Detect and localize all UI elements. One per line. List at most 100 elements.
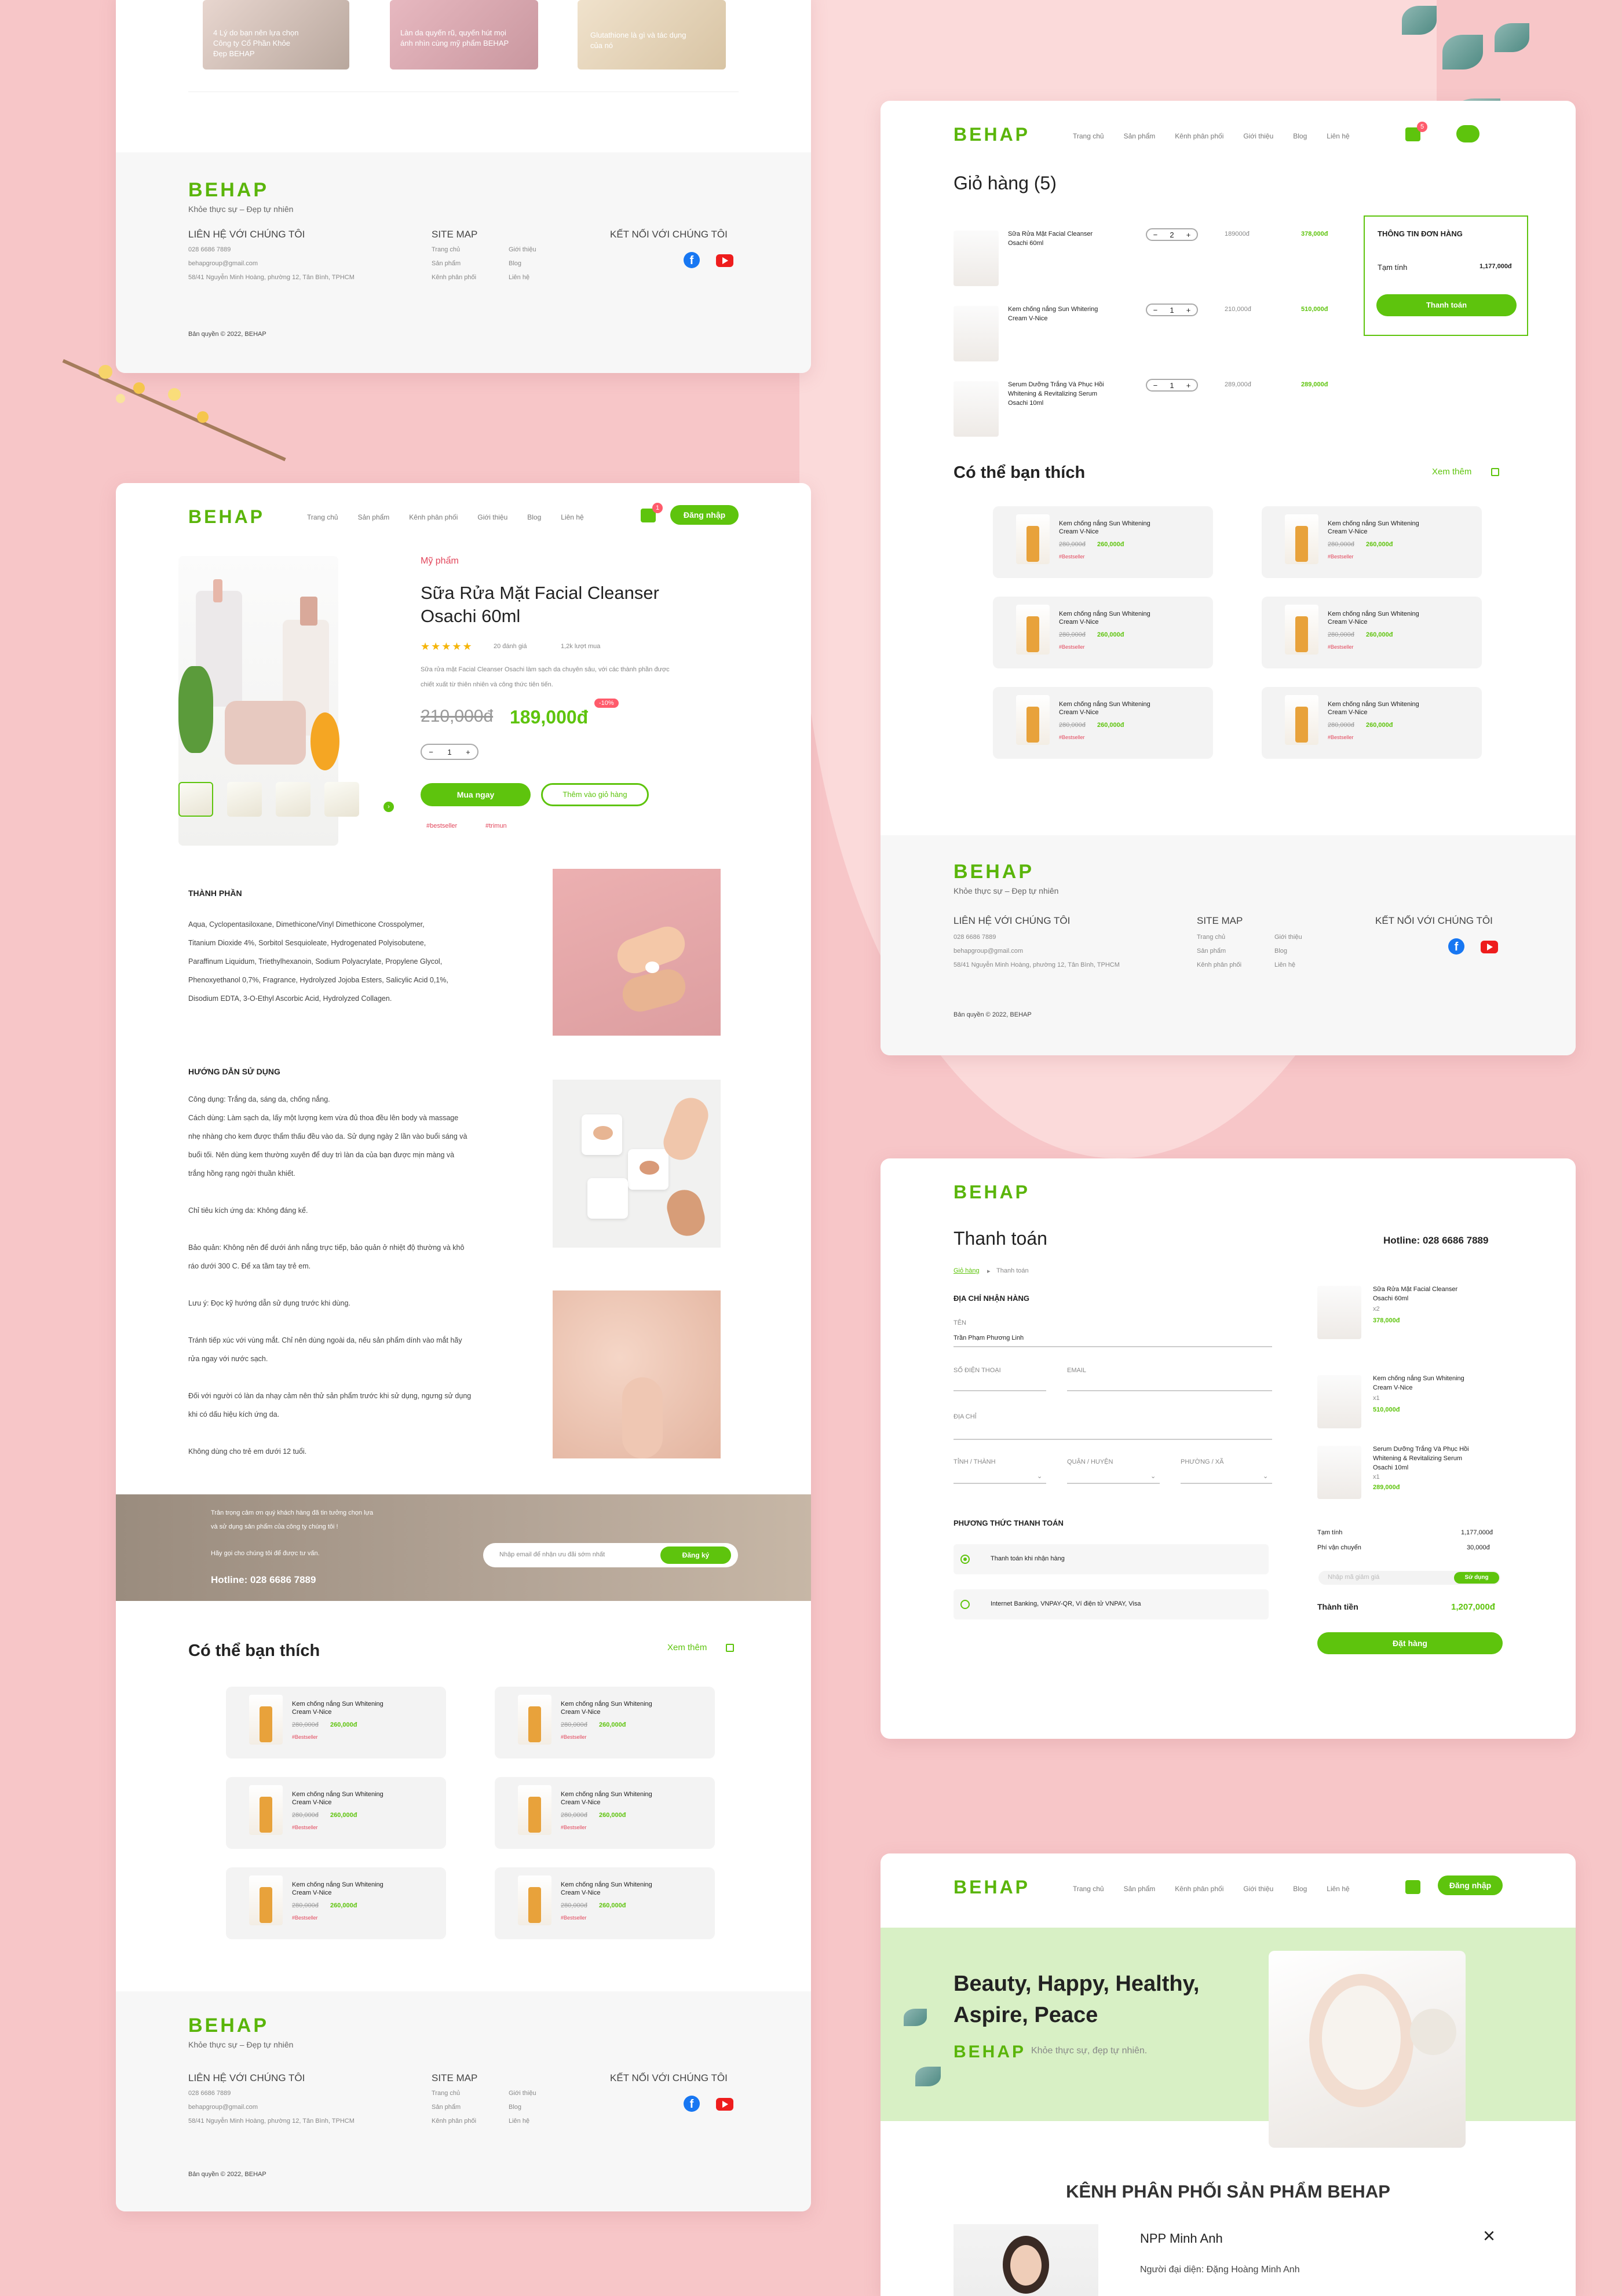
suggested-product-card[interactable]: Kem chống nắng Sun Whitening Cream V-Nice… <box>226 1777 446 1849</box>
radio-icon[interactable] <box>960 1600 970 1609</box>
payment-option-cod[interactable]: Thanh toán khi nhận hàng <box>954 1544 1269 1574</box>
province-select[interactable] <box>954 1483 1046 1484</box>
blog-card-3[interactable]: Glutathione là gì và tác dụng của nó <box>578 0 726 70</box>
product-thumbnail[interactable] <box>276 782 310 817</box>
nav-distribution[interactable]: Kênh phân phối <box>409 513 458 521</box>
facebook-icon[interactable]: f <box>684 252 700 268</box>
tag-link[interactable]: #bestseller <box>426 822 457 829</box>
address-input[interactable] <box>954 1439 1272 1440</box>
nav-products[interactable]: Sản phẩm <box>358 513 390 521</box>
nav-distribution[interactable]: Kênh phân phối <box>1175 132 1223 140</box>
email-subscribe-input[interactable]: Nhập email để nhận ưu đãi sớm nhất Đăng … <box>483 1543 738 1567</box>
sitemap-link[interactable]: Blog <box>1274 948 1287 955</box>
plus-icon[interactable]: + <box>1186 306 1191 315</box>
suggested-product-card[interactable]: Kem chống nắng Sun Whitening Cream V-Nice… <box>226 1687 446 1758</box>
suggested-product-card[interactable]: Kem chống nắng Sun Whitening Cream V-Nice… <box>993 687 1213 759</box>
product-thumbnail[interactable] <box>178 782 213 817</box>
nav-about[interactable]: Giới thiệu <box>477 513 507 521</box>
nav-about[interactable]: Giới thiệu <box>1243 132 1273 140</box>
cart-icon[interactable] <box>1405 1880 1420 1894</box>
plus-icon[interactable]: + <box>1186 231 1191 239</box>
header-logo[interactable]: BEHAP <box>954 1182 1030 1203</box>
name-input[interactable]: Trần Phạm Phương Linh <box>954 1335 1272 1341</box>
header-logo[interactable]: BEHAP <box>954 1877 1030 1898</box>
radio-selected-icon[interactable] <box>960 1555 970 1564</box>
suggested-product-card[interactable]: Kem chống nắng Sun Whitening Cream V-Nice… <box>1262 597 1482 668</box>
thumbnail-next-icon[interactable]: › <box>383 802 394 812</box>
nav-contact[interactable]: Liên hệ <box>1327 1885 1349 1893</box>
tag-link[interactable]: #trimun <box>485 822 507 829</box>
login-button[interactable] <box>1456 125 1479 142</box>
breadcrumb-cart[interactable]: Giỏ hàng <box>954 1267 980 1274</box>
sitemap-link[interactable]: Sản phẩm <box>1197 948 1226 955</box>
blog-card-1[interactable]: 4 Lý do bạn nên lựa chọn Công ty Cổ Phần… <box>203 0 349 70</box>
sitemap-link[interactable]: Kênh phân phối <box>1197 961 1241 968</box>
suggested-product-card[interactable]: Kem chống nắng Sun Whitening Cream V-Nice… <box>1262 506 1482 578</box>
suggested-product-card[interactable]: Kem chống nắng Sun Whitening Cream V-Nice… <box>993 506 1213 578</box>
youtube-icon[interactable] <box>716 254 733 267</box>
nav-blog[interactable]: Blog <box>1293 132 1307 140</box>
nav-home[interactable]: Trang chủ <box>1073 132 1104 140</box>
suggested-product-card[interactable]: Kem chống nắng Sun Whitening Cream V-Nice… <box>1262 687 1482 759</box>
header-logo[interactable]: BEHAP <box>188 506 265 528</box>
sitemap-link[interactable]: Trang chủ <box>432 246 460 253</box>
suggested-product-card[interactable]: Kem chống nắng Sun Whitening Cream V-Nice… <box>993 597 1213 668</box>
sitemap-link[interactable]: Liên hệ <box>509 2118 529 2125</box>
see-more-icon[interactable] <box>1491 468 1499 476</box>
sitemap-link[interactable]: Blog <box>509 2104 521 2111</box>
suggested-product-card[interactable]: Kem chống nắng Sun Whitening Cream V-Nice… <box>226 1867 446 1939</box>
email-input[interactable] <box>1067 1390 1272 1391</box>
plus-icon[interactable]: + <box>466 748 470 756</box>
add-to-cart-button[interactable]: Thêm vào giỏ hàng <box>541 783 649 806</box>
nav-home[interactable]: Trang chủ <box>307 513 338 521</box>
see-more-link[interactable]: Xem thêm <box>1432 467 1471 477</box>
see-more-icon[interactable] <box>726 1644 734 1652</box>
nav-blog[interactable]: Blog <box>527 513 541 521</box>
subscribe-button[interactable]: Đăng ký <box>660 1546 731 1564</box>
suggested-product-card[interactable]: Kem chống nắng Sun Whitening Cream V-Nice… <box>495 1867 715 1939</box>
nav-products[interactable]: Sản phẩm <box>1124 132 1156 140</box>
buy-now-button[interactable]: Mua ngay <box>421 783 531 806</box>
minus-icon[interactable]: − <box>1153 306 1158 315</box>
sitemap-link[interactable]: Sản phẩm <box>432 260 461 267</box>
nav-contact[interactable]: Liên hệ <box>561 513 583 521</box>
sitemap-link[interactable]: Giới thiệu <box>509 2090 536 2097</box>
footer-logo[interactable]: BEHAP <box>188 179 269 202</box>
plus-icon[interactable]: + <box>1186 381 1191 390</box>
youtube-icon[interactable] <box>716 2098 733 2111</box>
quantity-stepper[interactable]: − 1 + <box>421 744 478 760</box>
apply-coupon-button[interactable]: Sử dụng <box>1454 1572 1499 1584</box>
phone-input[interactable] <box>954 1390 1046 1391</box>
quantity-stepper[interactable]: − 1 + <box>1146 304 1198 316</box>
chevron-down-icon[interactable]: ⌄ <box>1037 1472 1042 1480</box>
chevron-down-icon[interactable]: ⌄ <box>1150 1472 1156 1480</box>
footer-logo[interactable]: BEHAP <box>188 2015 269 2037</box>
sitemap-link[interactable]: Trang chủ <box>1197 934 1225 941</box>
suggested-product-card[interactable]: Kem chống nắng Sun Whitening Cream V-Nice… <box>495 1777 715 1849</box>
payment-option-banking[interactable]: Internet Banking, VNPAY-QR, Ví điện tử V… <box>954 1589 1269 1619</box>
sitemap-link[interactable]: Giới thiệu <box>1274 934 1302 941</box>
login-button[interactable]: Đăng nhập <box>1438 1875 1503 1895</box>
blog-card-2[interactable]: Làn da quyến rũ, quyến hút mọi ánh nhìn … <box>390 0 538 70</box>
chevron-down-icon[interactable]: ⌄ <box>1263 1472 1268 1480</box>
place-order-button[interactable]: Đặt hàng <box>1317 1632 1503 1654</box>
quantity-stepper[interactable]: − 1 + <box>1146 379 1198 392</box>
minus-icon[interactable]: − <box>1153 231 1158 239</box>
minus-icon[interactable]: − <box>429 748 433 756</box>
nav-products[interactable]: Sản phẩm <box>1124 1885 1156 1893</box>
checkout-button[interactable]: Thanh toán <box>1376 294 1517 316</box>
suggested-product-card[interactable]: Kem chống nắng Sun Whitening Cream V-Nice… <box>495 1687 715 1758</box>
nav-home[interactable]: Trang chủ <box>1073 1885 1104 1893</box>
minus-icon[interactable]: − <box>1153 381 1158 390</box>
quantity-stepper[interactable]: − 2 + <box>1146 228 1198 241</box>
district-select[interactable] <box>1067 1483 1160 1484</box>
facebook-icon[interactable]: f <box>1448 938 1464 955</box>
sitemap-link[interactable]: Trang chủ <box>432 2090 460 2097</box>
product-thumbnail[interactable] <box>324 782 359 817</box>
nav-blog[interactable]: Blog <box>1293 1885 1307 1893</box>
ward-select[interactable] <box>1181 1483 1272 1484</box>
sitemap-link[interactable]: Giới thiệu <box>509 246 536 253</box>
sitemap-link[interactable]: Kênh phân phối <box>432 274 476 281</box>
sitemap-link[interactable]: Liên hệ <box>509 274 529 281</box>
nav-about[interactable]: Giới thiệu <box>1243 1885 1273 1893</box>
